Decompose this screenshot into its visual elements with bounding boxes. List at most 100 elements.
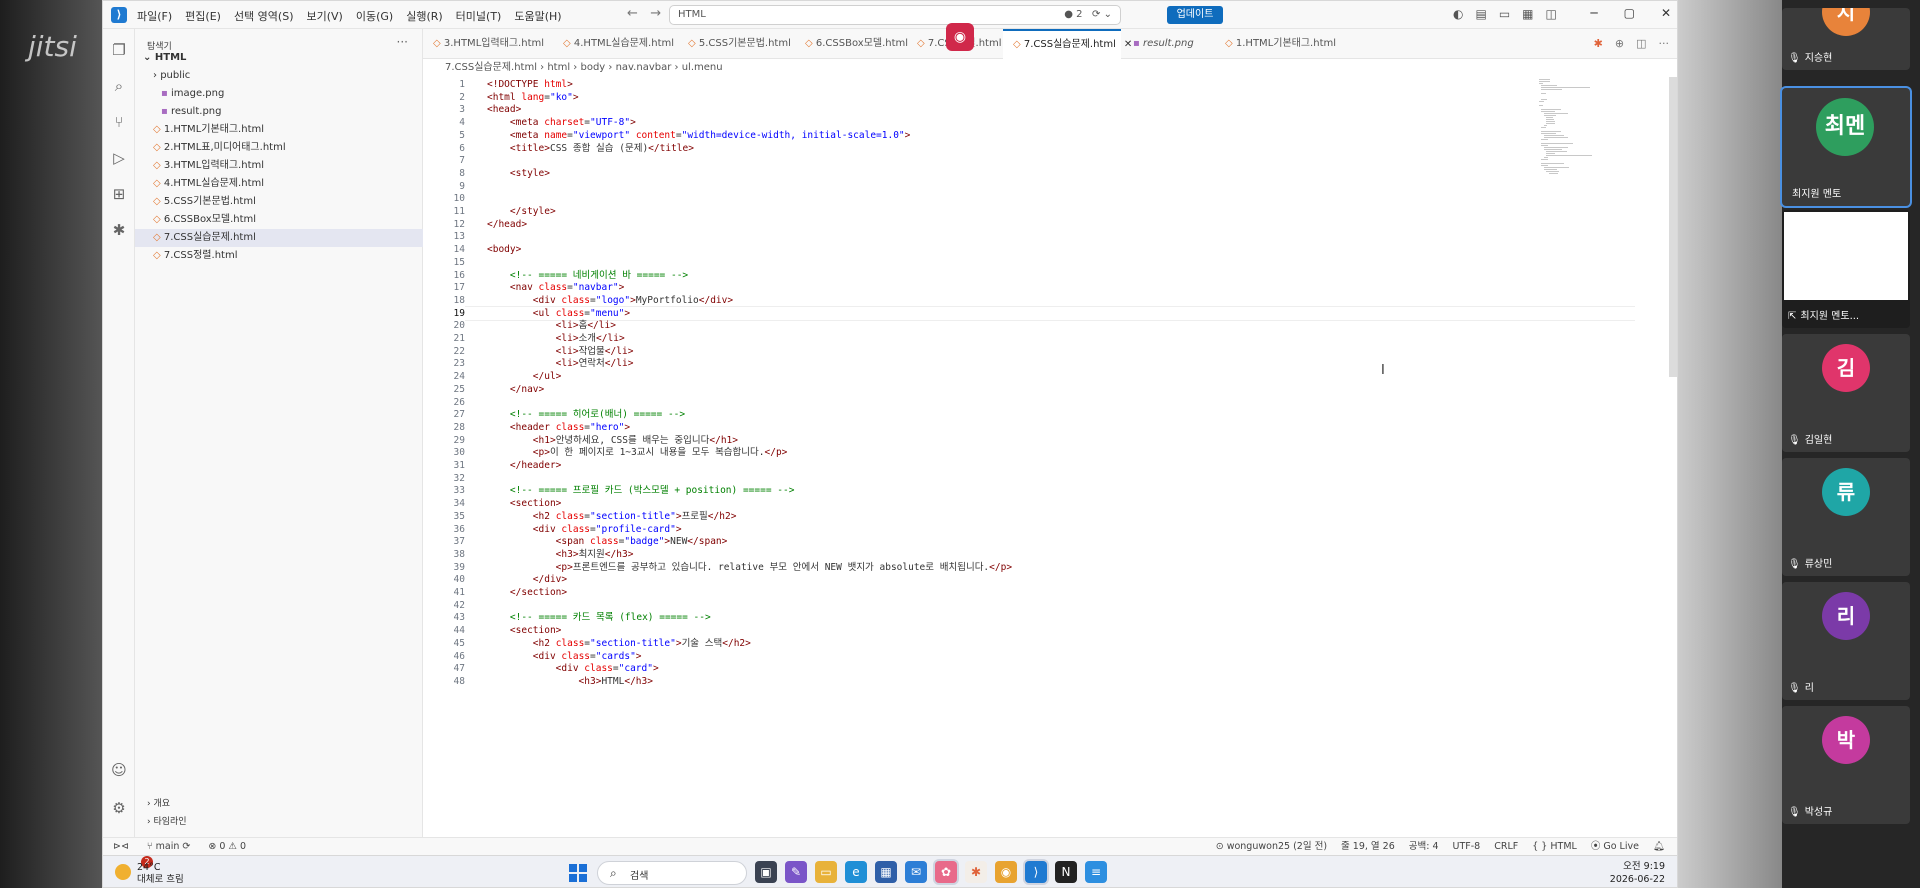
menu-help[interactable]: 도움말(H) [514, 8, 561, 24]
tree-item[interactable]: ◇ 6.CSSBox모델.html [135, 211, 423, 229]
tree-item[interactable]: ◇ 2.HTML표,미디어태그.html [135, 139, 423, 157]
vscode-taskbar-icon[interactable]: ⟩ [1025, 861, 1047, 883]
code-line[interactable]: <body> [487, 242, 521, 257]
menu-go[interactable]: 이동(G) [356, 8, 393, 24]
system-clock[interactable]: 오전 9:19 2026-06-22 [1610, 860, 1665, 886]
tree-item[interactable]: ◇ 1.HTML기본태그.html [135, 121, 423, 139]
code-line[interactable]: <style> [487, 166, 550, 181]
minimize-icon[interactable]: ─ [1590, 6, 1597, 20]
jitsi-app-icon[interactable]: ✿ [935, 861, 957, 883]
windows-start-icon[interactable] [569, 864, 587, 882]
cursor-position[interactable]: 줄 19, 열 26 [1341, 838, 1395, 855]
code-line[interactable]: <title>CSS 종합 실습 (문제)</title> [487, 141, 694, 156]
tab-active[interactable]: ◇ 7.CSS실습문제.html ✕ [1003, 29, 1132, 59]
run-debug-icon[interactable]: ▷ [110, 149, 128, 167]
tree-item[interactable]: ▪ result.png [135, 103, 423, 121]
search-icon[interactable]: ⌕ [110, 77, 128, 95]
extensions-icon[interactable]: ⊞ [110, 185, 128, 203]
problems-status[interactable]: ⊗ 0 ⚠ 0 [208, 838, 246, 855]
code-editor[interactable]: 1 2 3 4 5 6 7 8 9 10 11 12 13 14 15 16 17 18 19 20 21 22 23 24 2… [423, 77, 1677, 837]
code-line[interactable]: <h3>HTML</h3> [487, 674, 653, 689]
participant-tile[interactable]: 김 🎙︎ 김일현 [1782, 334, 1910, 452]
notifications-icon[interactable]: 🔔︎ [1653, 838, 1665, 855]
copilot-sparkle-icon[interactable]: ✱ [1594, 37, 1603, 50]
tree-item[interactable]: ▪ image.png [135, 85, 423, 103]
maximize-icon[interactable]: ▢ [1624, 6, 1635, 20]
code-line[interactable]: </head> [487, 217, 527, 232]
tree-root[interactable]: ⌄ HTML [135, 49, 423, 67]
mail-icon[interactable]: ✉ [905, 861, 927, 883]
participant-tile[interactable]: 지 🎙︎ 지승현 [1782, 8, 1910, 70]
globe-icon[interactable]: ⊕ [1615, 37, 1624, 50]
panel-toggle-icon[interactable]: ▭ [1499, 7, 1510, 21]
indent-status[interactable]: 공백: 4 [1409, 838, 1439, 855]
nav-arrows[interactable]: ← → [627, 6, 661, 21]
tab[interactable]: ◇ 1.HTML기본태그.html [1215, 29, 1336, 59]
tab[interactable]: ◇ 6.CSSBox모델.html [795, 29, 908, 59]
breadcrumb-item[interactable]: 7.CSS실습문제.html [445, 62, 537, 73]
more-icon[interactable]: ··· [1659, 37, 1670, 50]
taskbar-search[interactable]: ⌕ 검색 [597, 861, 747, 885]
more-actions-icon[interactable]: ··· [397, 35, 408, 49]
menu-view[interactable]: 보기(V) [306, 8, 342, 24]
vertical-scrollbar[interactable] [1667, 77, 1677, 837]
golive-status[interactable]: ⦿ Go Live [1591, 838, 1639, 855]
tree-item[interactable]: ◇ 7.CSS정렬.html [135, 247, 423, 265]
chrome-icon[interactable]: ◉ [995, 861, 1017, 883]
participant-tile[interactable]: 최멘 최지원 멘토 [1782, 88, 1910, 206]
teams-icon[interactable]: ✎ [785, 861, 807, 883]
notion-icon[interactable]: N [1055, 861, 1077, 883]
source-control-icon[interactable]: ⑂ [110, 113, 128, 131]
remote-icon[interactable]: ⊳⊲ [113, 838, 129, 855]
file-explorer-icon[interactable]: ▭ [815, 861, 837, 883]
tree-item[interactable]: ◇ 5.CSS기본문법.html [135, 193, 423, 211]
notepad-icon[interactable]: ≡ [1085, 861, 1107, 883]
tab[interactable]: ▪ result.png [1123, 29, 1194, 59]
participant-tile[interactable]: 류 🎙︎ 류상민 [1782, 458, 1910, 576]
record-icon[interactable]: ◉ [946, 23, 974, 51]
tab[interactable]: ◇ 4.HTML실습문제.html [553, 29, 674, 59]
menu-run[interactable]: 실행(R) [406, 8, 442, 24]
breadcrumb-item[interactable]: nav.navbar [616, 62, 672, 73]
tree-item-selected[interactable]: ◇ 7.CSS실습문제.html [135, 229, 423, 247]
edge-icon[interactable]: e [845, 861, 867, 883]
copilot-agent-icon[interactable]: ✱ [110, 221, 128, 239]
breadcrumb-item[interactable]: html [547, 62, 570, 73]
code-line[interactable]: </nav> [487, 382, 544, 397]
breadcrumb-item[interactable]: ul.menu [682, 62, 723, 73]
copilot-icon[interactable]: ● 2 ⟳ ⌄ [1064, 9, 1112, 20]
store-icon[interactable]: ▦ [875, 861, 897, 883]
secondary-sidebar-icon[interactable]: ◫ [1546, 7, 1557, 21]
outline-section[interactable]: › 개요 [147, 795, 187, 813]
split-editor-icon[interactable]: ◫ [1636, 37, 1646, 50]
update-button[interactable]: 업데이트 [1167, 6, 1223, 24]
explorer-icon[interactable]: ❐ [110, 41, 128, 59]
close-icon[interactable]: ✕ [1661, 6, 1671, 20]
tab[interactable]: ◇ 5.CSS기본문법.html [678, 29, 791, 59]
account-icon[interactable]: ◐ [1453, 7, 1463, 21]
encoding-status[interactable]: UTF-8 [1453, 838, 1481, 855]
branch-status[interactable]: ⑂ main ⟳ [147, 838, 190, 855]
tree-item[interactable]: ◇ 4.HTML실습문제.html [135, 175, 423, 193]
eol-status[interactable]: CRLF [1494, 838, 1518, 855]
timeline-section[interactable]: › 타임라인 [147, 813, 187, 831]
tree-folder-public[interactable]: › public [135, 67, 423, 85]
settings-gear-icon[interactable]: ⚙ [110, 799, 128, 817]
blame-status[interactable]: ⊙ wonguwon25 (2일 전) [1216, 838, 1327, 855]
tree-item[interactable]: ◇ 3.HTML입력태그.html [135, 157, 423, 175]
account-icon[interactable]: ☺ [110, 761, 128, 779]
layout-icon[interactable]: ▦ [1522, 7, 1533, 21]
claude-icon[interactable]: ✱ [965, 861, 987, 883]
menu-file[interactable]: 파일(F) [137, 8, 172, 24]
participant-tile[interactable]: ⇱ 최지원 멘토... [1782, 210, 1910, 328]
minimap[interactable] [1539, 79, 1619, 199]
participant-tile[interactable]: 리 🎙︎ 리 [1782, 582, 1910, 700]
menu-terminal[interactable]: 터미널(T) [456, 8, 502, 24]
menu-selection[interactable]: 선택 영역(S) [234, 8, 294, 24]
language-status[interactable]: { } HTML [1532, 838, 1577, 855]
tab[interactable]: ◇ 3.HTML입력태그.html [423, 29, 544, 59]
command-center[interactable]: HTML ● 2 ⟳ ⌄ [669, 5, 1121, 25]
code-line[interactable]: </section> [487, 585, 567, 600]
participant-tile[interactable]: 박 🎙︎ 박성규 [1782, 706, 1910, 824]
breadcrumb-item[interactable]: body [580, 62, 605, 73]
